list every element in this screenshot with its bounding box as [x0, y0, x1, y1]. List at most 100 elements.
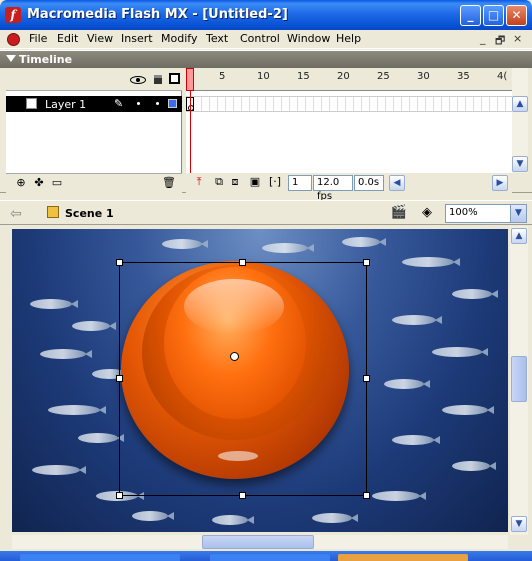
- doc-close-icon[interactable]: ×: [513, 32, 522, 45]
- frame-ruler[interactable]: 1 5 10 15 20 25 30 35 4(: [186, 68, 512, 91]
- frame-area: 1 5 10 15 20 25 30 35 4(: [186, 68, 512, 173]
- fish-image: [30, 299, 78, 309]
- scroll-up-button[interactable]: ▲: [512, 96, 528, 112]
- fish-image: [342, 237, 386, 247]
- onion-skin-outlines-icon[interactable]: ⧈: [228, 176, 242, 188]
- scroll-down-button[interactable]: ▼: [512, 156, 528, 172]
- stage-vertical-scrollbar[interactable]: ▲ ▼: [510, 226, 528, 535]
- transform-handle-left[interactable]: [116, 375, 123, 382]
- eye-icon[interactable]: [130, 76, 146, 84]
- flash-mx-window: f Macromedia Flash MX - [Untitled-2] _ □…: [0, 0, 532, 561]
- layer-icon: [26, 98, 37, 109]
- playhead-line: [190, 91, 191, 173]
- window-title: Macromedia Flash MX - [Untitled-2]: [27, 7, 288, 22]
- menu-modify[interactable]: Modify: [161, 32, 197, 45]
- title-bar: f Macromedia Flash MX - [Untitled-2] _ □…: [0, 0, 532, 30]
- stage-area: ▲ ▼: [0, 226, 532, 535]
- outline-icon[interactable]: [169, 73, 180, 84]
- taskbar-button-active[interactable]: [338, 554, 468, 561]
- stage-scroll-down-button[interactable]: ▼: [511, 516, 527, 532]
- frame-number: 4(: [497, 71, 508, 82]
- stage-vscroll-thumb[interactable]: [511, 356, 527, 402]
- transform-handle-bottom-left[interactable]: [116, 492, 123, 499]
- add-layer-icon[interactable]: ⊕: [14, 177, 28, 189]
- transform-handle-top[interactable]: [239, 259, 246, 266]
- center-frame-icon[interactable]: ⤒: [192, 176, 206, 188]
- scene-label[interactable]: Scene 1: [65, 207, 114, 220]
- transform-handle-bottom-right[interactable]: [363, 492, 370, 499]
- transform-handle-right[interactable]: [363, 375, 370, 382]
- menu-help[interactable]: Help: [336, 32, 361, 45]
- insert-folder-icon[interactable]: ▭: [50, 177, 64, 189]
- menu-control[interactable]: Control: [240, 32, 280, 45]
- fish-image: [312, 513, 358, 523]
- layer-list-header: [6, 68, 182, 91]
- layer-row[interactable]: Layer 1 ✎: [6, 96, 182, 112]
- doc-restore-icon[interactable]: 🗗: [495, 32, 505, 51]
- zoom-value: 100%: [449, 207, 478, 218]
- onion-skin-icon[interactable]: ⧉: [212, 176, 226, 188]
- modify-onion-markers-icon[interactable]: [·]: [268, 176, 282, 188]
- maximize-button[interactable]: □: [483, 5, 504, 26]
- collapse-arrow-icon[interactable]: [6, 55, 16, 62]
- transform-handle-top-left[interactable]: [116, 259, 123, 266]
- playhead[interactable]: [186, 68, 194, 91]
- layer-frames[interactable]: [186, 96, 512, 112]
- outline-color-swatch[interactable]: [168, 99, 177, 108]
- transform-handle-bottom[interactable]: [239, 492, 246, 499]
- timeline-vertical-scrollbar[interactable]: ▲ ▼: [512, 68, 528, 173]
- fish-image: [212, 515, 254, 525]
- flash-app-icon[interactable]: f: [5, 7, 21, 23]
- menu-window[interactable]: Window: [287, 32, 330, 45]
- fish-image: [40, 349, 92, 359]
- frame-number: 15: [297, 71, 310, 82]
- fish-image: [48, 405, 106, 415]
- fish-image: [452, 461, 496, 471]
- fish-image: [32, 465, 86, 475]
- menu-file[interactable]: File: [29, 32, 47, 45]
- fish-image: [442, 405, 494, 415]
- delete-layer-icon[interactable]: 🗑: [162, 177, 176, 189]
- edit-symbol-icon[interactable]: ◈: [418, 205, 436, 221]
- timeline-status-bar: ⤒ ⧉ ⧈ ▣ [·] 1 12.0 fps 0.0s ◀ ▶: [186, 173, 512, 202]
- taskbar-button[interactable]: [210, 554, 330, 561]
- lock-icon[interactable]: [154, 75, 162, 84]
- fish-image: [392, 435, 440, 445]
- fish-image: [372, 491, 426, 501]
- visibility-dot[interactable]: [137, 102, 140, 105]
- add-guide-layer-icon[interactable]: ✤: [32, 177, 46, 189]
- menu-text[interactable]: Text: [206, 32, 228, 45]
- close-button[interactable]: ✕: [506, 5, 527, 26]
- back-arrow-icon[interactable]: ⇦: [10, 206, 22, 222]
- minimize-button[interactable]: _: [460, 5, 481, 26]
- document-icon[interactable]: [7, 33, 20, 46]
- stage-canvas[interactable]: [12, 229, 508, 532]
- scroll-left-button[interactable]: ◀: [389, 175, 405, 191]
- fish-image: [262, 243, 314, 253]
- transform-handle-top-right[interactable]: [363, 259, 370, 266]
- frame-number: 5: [219, 71, 226, 82]
- taskbar-button[interactable]: [20, 554, 180, 561]
- transform-center-point[interactable]: [230, 352, 239, 361]
- fish-image: [162, 239, 208, 249]
- edit-scene-icon[interactable]: 🎬: [390, 205, 408, 221]
- elapsed-time-field: 0.0s: [354, 175, 384, 191]
- stage-horizontal-scrollbar[interactable]: [12, 535, 508, 549]
- frame-number: 25: [377, 71, 390, 82]
- lock-dot[interactable]: [156, 102, 159, 105]
- doc-minimize-icon[interactable]: _: [480, 32, 486, 45]
- menu-edit[interactable]: Edit: [57, 32, 78, 45]
- zoom-select[interactable]: 100% ▼: [445, 204, 527, 223]
- fish-image: [392, 315, 442, 325]
- scroll-right-button[interactable]: ▶: [492, 175, 508, 191]
- stage-scroll-up-button[interactable]: ▲: [511, 228, 527, 244]
- chevron-down-icon[interactable]: ▼: [510, 205, 526, 222]
- menu-view[interactable]: View: [87, 32, 113, 45]
- timeline-panel-header[interactable]: Timeline: [0, 50, 532, 68]
- layer-list: Layer 1 ✎ ⊕ ✤ ▭ 🗑: [6, 68, 182, 193]
- stage-hscroll-thumb[interactable]: [202, 535, 314, 549]
- edit-multiple-frames-icon[interactable]: ▣: [248, 176, 262, 188]
- menu-insert[interactable]: Insert: [121, 32, 153, 45]
- frame-rate-field[interactable]: 12.0 fps: [313, 175, 353, 202]
- fish-image: [132, 511, 174, 521]
